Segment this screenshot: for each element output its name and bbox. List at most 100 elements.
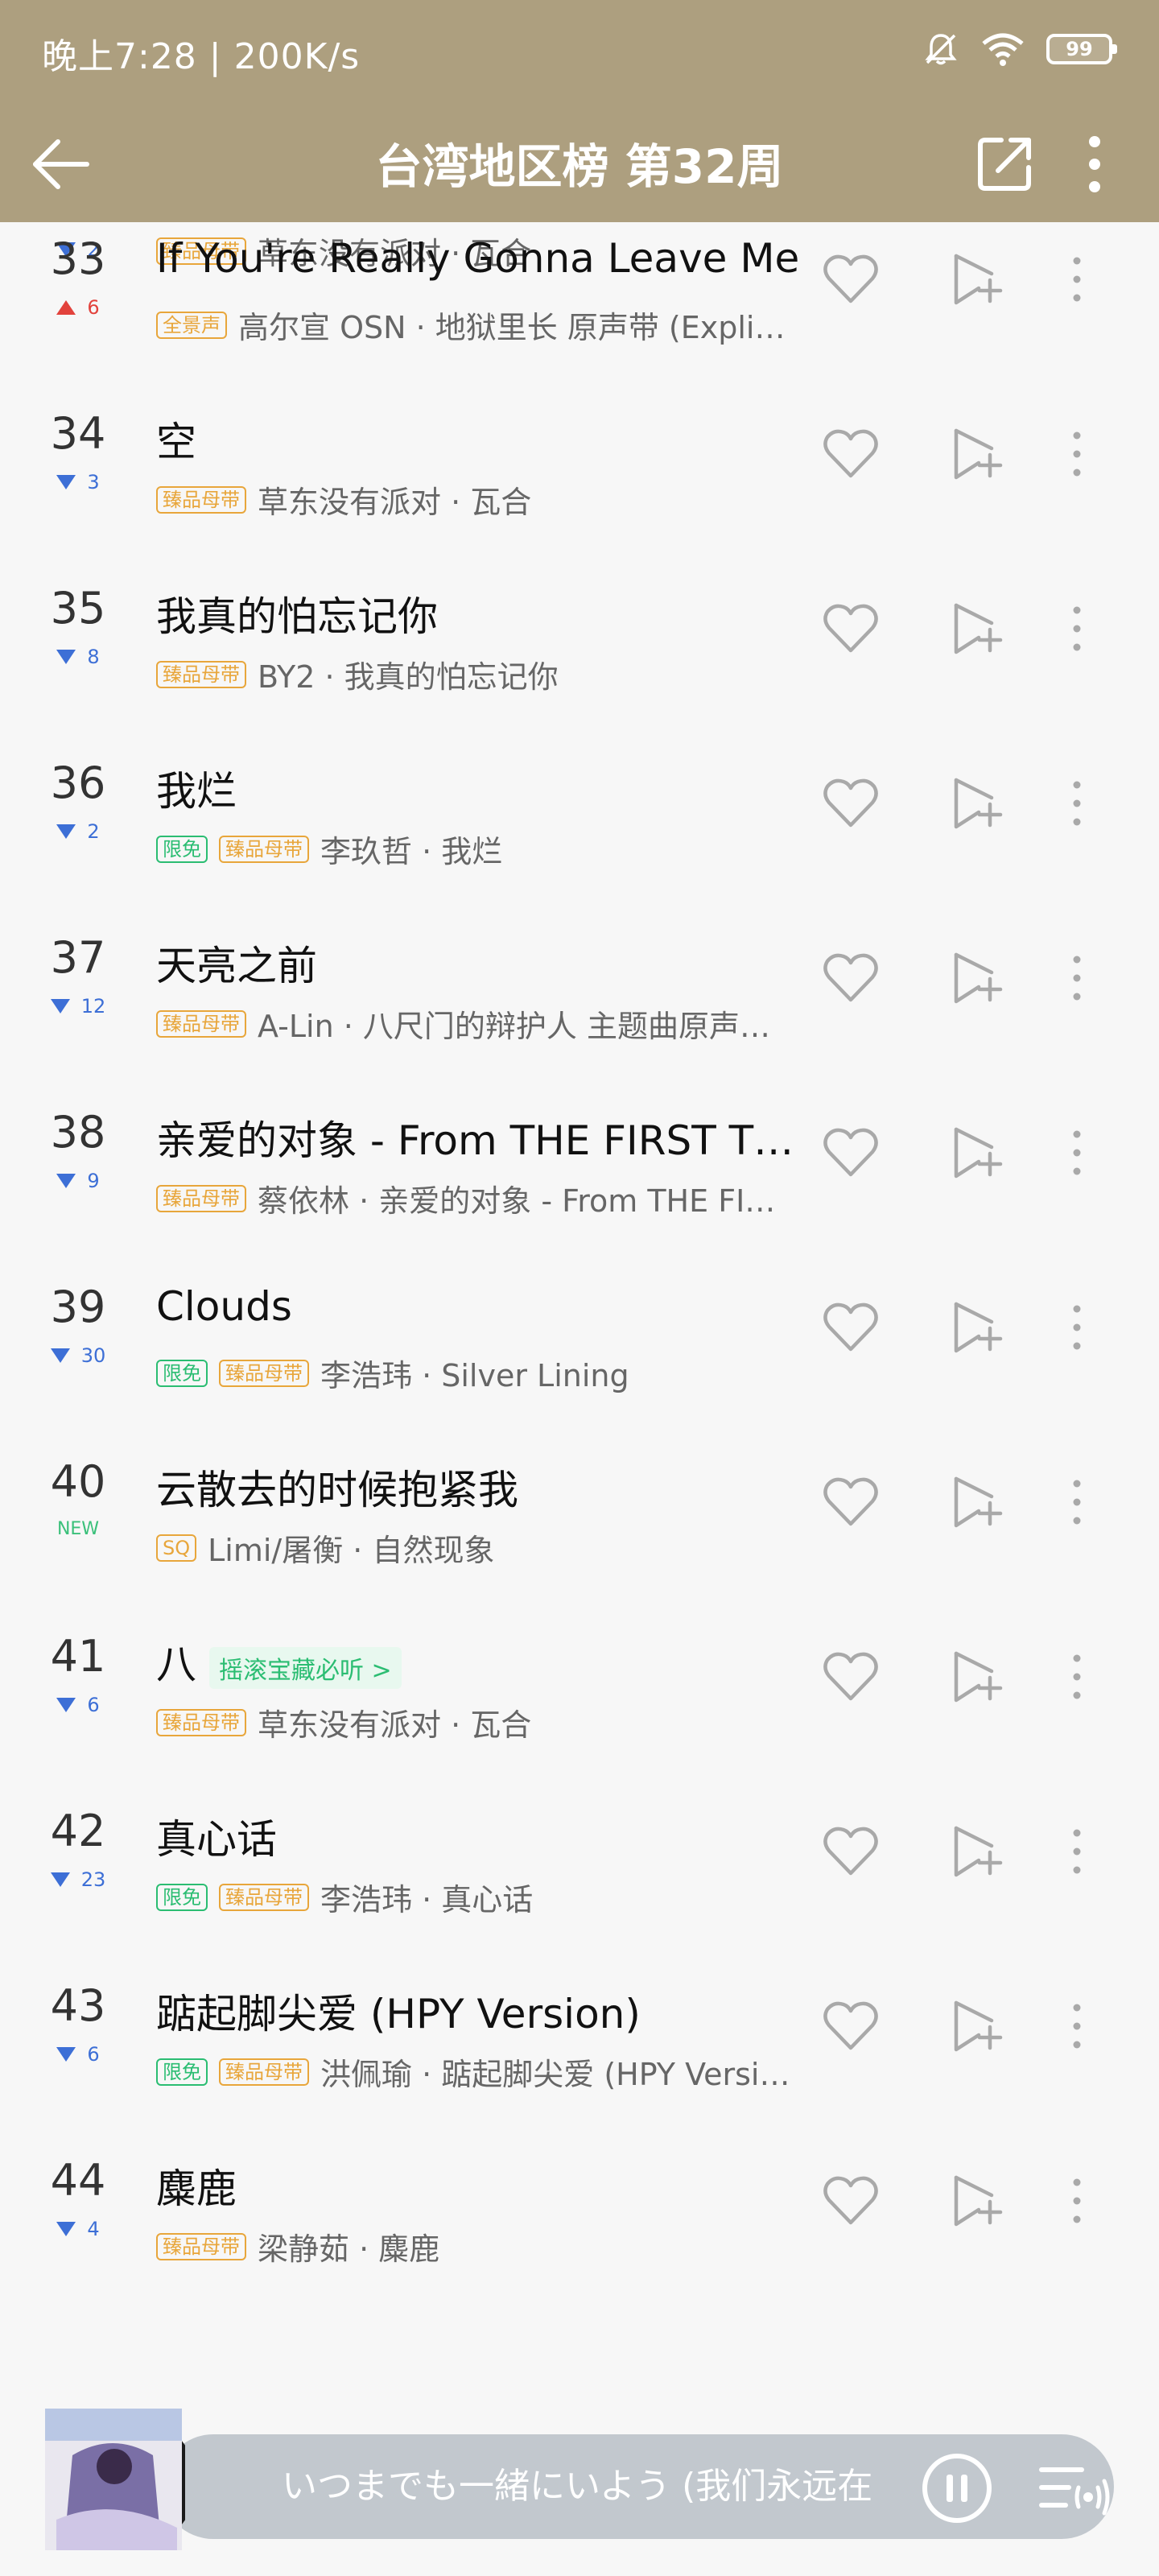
song-title-text: 我烂 bbox=[156, 768, 237, 815]
rank-number: 33 bbox=[50, 233, 106, 284]
song-subtitle: 全景声 高尔宣 OSN · 地狱里长 原声带 (Expli… bbox=[156, 303, 816, 347]
playlist-icon[interactable] bbox=[1033, 2452, 1114, 2524]
quality-badge: 臻品母带 bbox=[219, 1883, 309, 1911]
add-to-playlist-icon[interactable] bbox=[947, 599, 1006, 658]
chart-row[interactable]: 44 4 麋鹿 臻品母带 梁静茹 · 麋鹿 bbox=[0, 2115, 1159, 2289]
down-arrow-icon bbox=[56, 2222, 76, 2236]
chart-row[interactable]: 37 12 天亮之前 臻品母带 A-Lin · 八尺门的辩护人 主题曲原声… bbox=[0, 892, 1159, 1067]
chart-row[interactable]: 34 3 空臻品母带 草东没有派对 · 瓦合 bbox=[0, 368, 1159, 543]
more-dots-icon[interactable] bbox=[1061, 1996, 1093, 2056]
heart-icon[interactable] bbox=[821, 1472, 881, 1532]
heart-icon[interactable] bbox=[821, 1123, 881, 1183]
heart-icon[interactable] bbox=[821, 2171, 881, 2231]
quality-badge: 臻品母带 bbox=[156, 2232, 246, 2260]
more-dots-icon[interactable] bbox=[1061, 1472, 1093, 1532]
song-title: 踮起脚尖爱 (HPY Version) bbox=[156, 1982, 816, 2040]
heart-icon[interactable] bbox=[821, 948, 881, 1008]
rank-change-value: 2 bbox=[87, 820, 100, 843]
more-dots-icon[interactable] bbox=[1061, 1298, 1093, 1357]
chart-row[interactable]: 40 NEW 云散去的时候抱紧我 SQ Limi/屠衡 · 自然现象 bbox=[0, 1416, 1159, 1591]
song-subtitle: 限免 臻品母带 李玖哲 · 我烂 bbox=[156, 827, 816, 871]
song-title-text: 亲爱的对象 - From THE FIRST T… bbox=[156, 1117, 794, 1164]
add-to-playlist-icon[interactable] bbox=[947, 774, 1006, 833]
song-subtitle: 臻品母带 蔡依林 · 亲爱的对象 - From THE FI… bbox=[156, 1176, 816, 1220]
artist-album: 洪佩瑜 · 踮起脚尖爱 (HPY Versi… bbox=[320, 2057, 790, 2092]
more-dots-icon[interactable] bbox=[1061, 1822, 1093, 1881]
mini-player-bar[interactable]: いつまでも一緒にいよう (我们永远在 bbox=[161, 2434, 1114, 2539]
chart-row[interactable]: 38 9 亲爱的对象 - From THE FIRST T… 臻品母带 蔡依林 · 亲爱… bbox=[0, 1067, 1159, 1241]
add-to-playlist-icon[interactable] bbox=[947, 1298, 1006, 1357]
rank-change: 4 bbox=[35, 2218, 121, 2240]
add-to-playlist-icon[interactable] bbox=[947, 1123, 1006, 1183]
chart-row[interactable]: 35 8 我真的怕忘记你 臻品母带 BY2 · 我真的怕忘记你 bbox=[0, 543, 1159, 717]
song-title: 空 bbox=[156, 410, 816, 468]
song-title-text: 踮起脚尖爱 (HPY Version) bbox=[156, 1991, 641, 2037]
add-to-playlist-icon[interactable] bbox=[947, 2171, 1006, 2231]
album-cover[interactable] bbox=[40, 2407, 185, 2552]
rank-number: 35 bbox=[50, 583, 106, 634]
add-to-playlist-icon[interactable] bbox=[947, 948, 1006, 1008]
down-arrow-icon bbox=[56, 2047, 76, 2062]
heart-icon[interactable] bbox=[821, 1298, 881, 1357]
song-subtitle: 臻品母带 BY2 · 我真的怕忘记你 bbox=[156, 652, 816, 696]
share-icon[interactable] bbox=[972, 132, 1037, 196]
rank-number: 36 bbox=[50, 758, 106, 808]
heart-icon[interactable] bbox=[821, 424, 881, 484]
chart-row[interactable]: 43 6 踮起脚尖爱 (HPY Version) 限免 臻品母带 洪佩瑜 · 踮起脚尖爱 … bbox=[0, 1940, 1159, 2115]
more-dots-icon[interactable] bbox=[1061, 424, 1093, 484]
rank-number: 39 bbox=[50, 1282, 106, 1332]
status-time: 晚上7:28 | 200K/s bbox=[42, 36, 361, 77]
add-to-playlist-icon[interactable] bbox=[947, 250, 1006, 309]
rank-number: 34 bbox=[50, 408, 106, 459]
heart-icon[interactable] bbox=[821, 774, 881, 833]
add-to-playlist-icon[interactable] bbox=[947, 1996, 1006, 2056]
rank-change: 12 bbox=[35, 995, 121, 1018]
rank-number: 40 bbox=[50, 1456, 106, 1507]
heart-icon[interactable] bbox=[821, 599, 881, 658]
more-dots-icon[interactable] bbox=[1061, 774, 1093, 833]
rank-change-value: 12 bbox=[80, 995, 106, 1018]
more-dots-icon[interactable] bbox=[1061, 948, 1093, 1008]
rank-change-value: 4 bbox=[87, 2218, 100, 2240]
chart-row[interactable]: 41 6 八摇滚宝藏必听 > 臻品母带 草东没有派对 · 瓦合 bbox=[0, 1591, 1159, 1765]
more-dots-icon[interactable] bbox=[1061, 599, 1093, 658]
more-dots-icon[interactable] bbox=[1061, 1123, 1093, 1183]
heart-icon[interactable] bbox=[821, 1996, 881, 2056]
heart-icon[interactable] bbox=[821, 250, 881, 309]
pause-icon[interactable] bbox=[921, 2452, 993, 2524]
quality-badge: SQ bbox=[156, 1534, 197, 1562]
artist-album: 草东没有派对 · 瓦合 bbox=[258, 1707, 532, 1743]
title-bar: 台湾地区榜 第32周 bbox=[0, 121, 1159, 201]
chart-row[interactable]: 36 2 我烂限免 臻品母带 李玖哲 · 我烂 bbox=[0, 717, 1159, 892]
artist-album: Limi/屠衡 · 自然现象 bbox=[208, 1533, 495, 1568]
app-header: 晚上7:28 | 200K/s 99 台湾地区榜 第32周 bbox=[0, 0, 1159, 222]
heart-icon[interactable] bbox=[821, 1822, 881, 1881]
more-dots-icon[interactable] bbox=[1061, 1647, 1093, 1707]
artist-album: 李浩玮 · 真心话 bbox=[320, 1882, 534, 1918]
chart-row[interactable]: 42 23 真心话 限免 臻品母带 李浩玮 · 真心话 bbox=[0, 1765, 1159, 1940]
song-title: 天亮之前 bbox=[156, 934, 816, 992]
mini-player[interactable]: いつまでも一緒にいよう (我们永远在 bbox=[40, 2407, 1114, 2550]
heart-icon[interactable] bbox=[821, 1647, 881, 1707]
add-to-playlist-icon[interactable] bbox=[947, 1647, 1006, 1707]
more-dots-icon[interactable] bbox=[1061, 250, 1093, 309]
down-arrow-icon bbox=[50, 1348, 70, 1363]
song-subtitle: 臻品母带 草东没有派对 · 瓦合 bbox=[156, 1700, 816, 1744]
quality-badge: 臻品母带 bbox=[219, 1359, 309, 1387]
rank-number: 41 bbox=[50, 1631, 106, 1682]
add-to-playlist-icon[interactable] bbox=[947, 424, 1006, 484]
more-dots-icon[interactable] bbox=[1061, 2171, 1093, 2231]
playlist-tag[interactable]: 摇滚宝藏必听 > bbox=[209, 1646, 402, 1689]
quality-badge: 限免 bbox=[156, 835, 208, 863]
rank-number: 42 bbox=[50, 1806, 106, 1856]
artist-album: 李玖哲 · 我烂 bbox=[320, 834, 503, 869]
add-to-playlist-icon[interactable] bbox=[947, 1472, 1006, 1532]
quality-badge: 臻品母带 bbox=[219, 835, 309, 863]
rank-number: 37 bbox=[50, 932, 106, 983]
song-title: 真心话 bbox=[156, 1807, 816, 1865]
quality-badge: 限免 bbox=[156, 1883, 208, 1911]
chart-row[interactable]: 39 30 Clouds 限免 臻品母带 李浩玮 · Silver Lining bbox=[0, 1241, 1159, 1416]
rank-change-value: 9 bbox=[87, 1170, 100, 1192]
more-vertical-icon[interactable] bbox=[1070, 132, 1119, 196]
add-to-playlist-icon[interactable] bbox=[947, 1822, 1006, 1881]
